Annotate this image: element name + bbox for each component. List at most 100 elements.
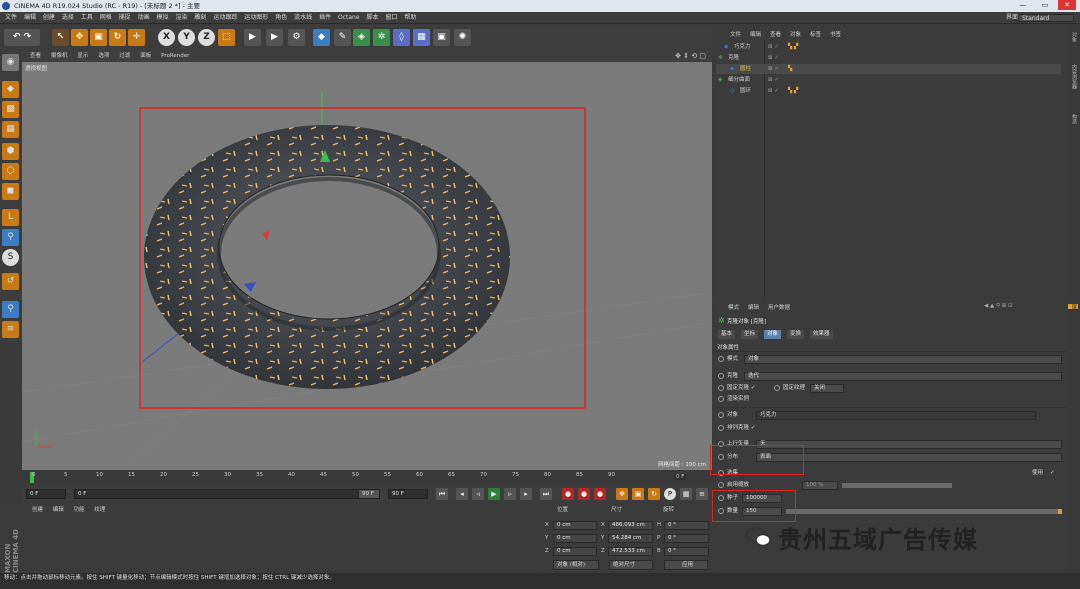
tag-icon[interactable]: ▚ ▞ [788,86,798,96]
go-end-icon[interactable]: ⏭ [540,488,552,500]
last-tool-icon[interactable]: ✛ [128,29,145,46]
texture-mode-icon[interactable]: ▩ [2,101,19,118]
size-x-field[interactable]: 486.093 cm [608,521,653,530]
key-param-icon[interactable]: P [664,488,676,500]
viewport-menu-camera[interactable]: 摄像机 [51,51,68,62]
tweak-mode-icon[interactable]: ⚲ [2,229,19,246]
visibility-icon[interactable]: ⊠ ✓ [768,64,779,74]
menu-octane[interactable]: Octane [338,12,360,24]
material-menu-texture[interactable]: 纹理 [94,507,105,513]
solo-icon[interactable]: ⚲ [2,301,19,318]
y-axis-icon[interactable]: Y [178,29,195,46]
tab-coord[interactable]: 坐标 [741,330,759,339]
polygons-mode-icon[interactable]: ◼ [2,183,19,200]
om-menu-object[interactable]: 对象 [790,30,801,38]
om-menu-edit[interactable]: 编辑 [750,30,761,38]
am-menu-userdata[interactable]: 用户数据 [768,303,790,311]
viewport-menu-view[interactable]: 查看 [30,51,41,62]
z-axis-icon[interactable]: Z [198,29,215,46]
cloner-icon[interactable]: ✲ [373,29,390,46]
clones-select[interactable]: 迭代 [744,372,1062,381]
size-y-field[interactable]: 54.284 cm [608,534,653,543]
deformer-icon[interactable]: ◊ [393,29,410,46]
menu-script[interactable]: 脚本 [366,12,378,24]
position-z-field[interactable]: 0 cm [553,547,597,556]
size-mode-select[interactable]: 绝对尺寸 [609,560,653,570]
scale-slider[interactable] [842,483,952,488]
render-view-icon[interactable]: ▶ [244,29,261,46]
camera-icon[interactable]: ▣ [433,29,450,46]
frame-range-slider[interactable]: 0 F [74,489,380,499]
am-menu-edit[interactable]: 编辑 [748,303,759,311]
menu-mesh[interactable]: 网格 [100,12,112,24]
coordinate-system-icon[interactable]: ⬚ [218,29,235,46]
use-checkbox[interactable]: ✓ [1050,468,1055,478]
size-z-field[interactable]: 472.533 cm [608,547,653,556]
position-y-field[interactable]: 0 cm [553,534,597,543]
object-row-torus[interactable]: ◎ 圆环 ⊠ ✓ ▚ ▞ [716,86,1061,96]
tab-transform[interactable]: 变换 [787,330,805,339]
menu-plugins[interactable]: 插件 [319,12,331,24]
next-frame-icon[interactable]: ▹ [504,488,516,500]
menu-snap[interactable]: 捕捉 [119,12,131,24]
prev-key-icon[interactable]: ◂ [456,488,468,500]
om-menu-file[interactable]: 文件 [730,30,741,38]
menu-mograph[interactable]: 运动图形 [244,12,268,24]
key-pla-icon[interactable]: ▦ [680,488,692,500]
object-row-subdivision[interactable]: ◈ 细分曲面 ⊠ ✓ [716,75,1061,85]
material-menu-edit[interactable]: 编辑 [53,507,64,513]
position-x-field[interactable]: 0 cm [553,521,597,530]
subdivision-icon[interactable]: ◈ [353,29,370,46]
material-menu-create[interactable]: 创建 [32,507,43,513]
menu-render[interactable]: 渲染 [175,12,187,24]
menu-tools[interactable]: 工具 [81,12,93,24]
menu-simulate[interactable]: 模拟 [157,12,169,24]
layout-select[interactable]: Standard [1018,14,1074,22]
align-clone-row[interactable]: 排列克隆 ✓ [718,423,755,433]
material-menu-function[interactable]: 功能 [74,507,85,513]
keyframe-icon[interactable]: ● [594,488,606,500]
move-icon[interactable]: ✥ [71,29,88,46]
viewport-nav-icon[interactable]: ✥ ⇕ ⟲ ▢ [675,52,706,60]
count-slider[interactable] [786,509,1058,514]
render-instance-row[interactable]: 渲染实例 [718,394,749,404]
undo-icon[interactable]: ↶ ↷ [4,29,40,46]
key-move-icon[interactable]: ✥ [616,488,628,500]
prev-frame-icon[interactable]: ◃ [472,488,484,500]
record-icon[interactable]: ● [562,488,574,500]
timeline[interactable]: 0 5 10 15 20 25 30 35 40 45 50 55 60 65 … [22,471,712,486]
side-tab-content-browser[interactable]: 内容浏览器 [1068,64,1078,89]
lock-workplane-icon[interactable]: ↺ [2,273,19,290]
object-row-chocolate[interactable]: ◆ 巧克力 ⊠ ✓ ▚ ▞ [716,42,1061,52]
maximize-button[interactable]: ▭ [1036,0,1054,10]
viewport-menu-display[interactable]: 显示 [77,51,88,62]
visibility-icon[interactable]: ⊠ ✓ [768,86,779,96]
count-slider-handle[interactable] [1058,509,1062,514]
object-link-field[interactable]: 巧克力 [756,411,1036,420]
coord-mode-select[interactable]: 对象 (相对) [553,560,599,570]
floor-icon[interactable]: ▦ [413,29,430,46]
timeline-end-field[interactable]: 0 F [674,474,687,480]
key-rotate-icon[interactable]: ↻ [648,488,660,500]
apply-button[interactable]: 应用 [664,560,708,570]
object-row-cloner[interactable]: ✲ 克隆 ⊠ ✓ [716,53,1061,63]
points-mode-icon[interactable]: ⬢ [2,143,19,160]
start-frame-field[interactable]: 0 F [26,489,66,499]
mode-select[interactable]: 对象 [744,355,1062,364]
scale-field[interactable]: 100 % [802,481,838,490]
om-menu-view[interactable]: 查看 [770,30,781,38]
render-picture-viewer-icon[interactable]: ▶ [266,29,283,46]
menu-motion-tracking[interactable]: 运动跟踪 [213,12,237,24]
minimize-button[interactable]: — [1014,0,1032,10]
end-frame-field[interactable]: 90 F [388,489,428,499]
snap-icon[interactable]: S [2,249,19,266]
close-button[interactable]: ✕ [1058,0,1076,10]
go-start-icon[interactable]: ⏮ [436,488,448,500]
axis-mode-icon[interactable]: L [2,209,19,226]
menu-window[interactable]: 窗口 [385,12,397,24]
menu-file[interactable]: 文件 [5,12,17,24]
workplane-icon[interactable]: ▦ [2,121,19,138]
side-tab-layer[interactable]: 层 [1068,304,1078,309]
side-tab-objects[interactable]: 对象 [1068,32,1078,42]
tab-object[interactable]: 对象 [764,330,782,339]
